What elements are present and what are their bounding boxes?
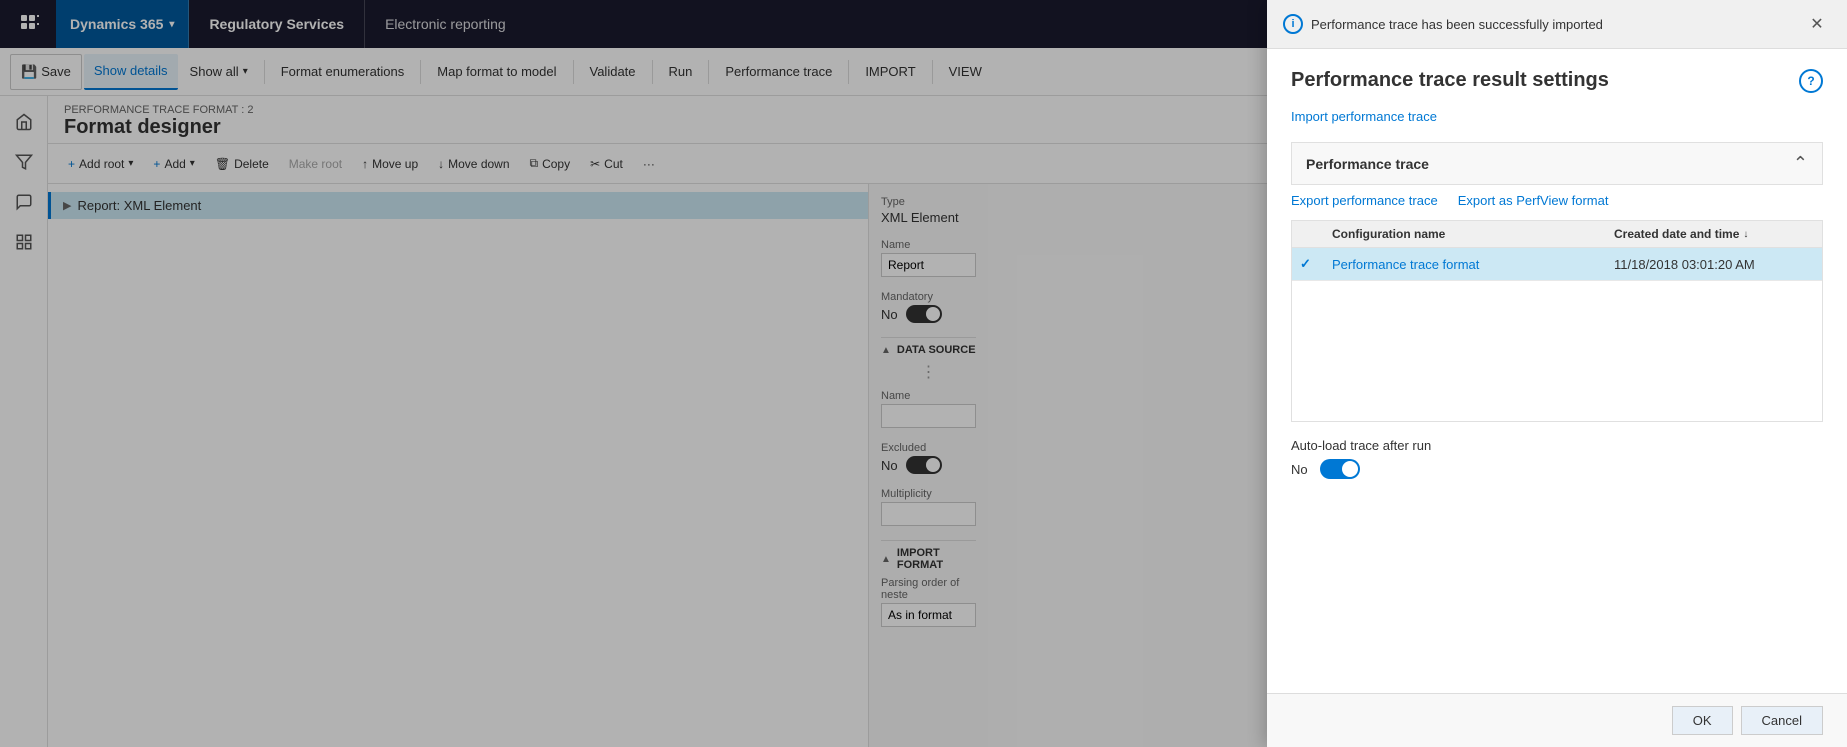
- row-check: ✓: [1300, 256, 1332, 272]
- table-row[interactable]: ✓ Performance trace format 11/18/2018 03…: [1292, 248, 1822, 281]
- collapse-icon: ⌃: [1793, 153, 1808, 174]
- export-perfview-link[interactable]: Export as PerfView format: [1458, 193, 1609, 208]
- auto-load-toggle[interactable]: [1320, 459, 1360, 479]
- overlay-footer: OK Cancel: [1267, 693, 1847, 747]
- auto-load-no: No: [1291, 462, 1308, 477]
- config-col-header: Configuration name: [1332, 227, 1614, 241]
- info-icon: i: [1283, 14, 1303, 34]
- overlay-title: Performance trace result settings: [1291, 69, 1609, 92]
- date-col-header[interactable]: Created date and time ↓: [1614, 227, 1814, 241]
- help-icon[interactable]: ?: [1799, 69, 1823, 93]
- auto-load-label: Auto-load trace after run: [1291, 438, 1823, 453]
- overlay-topbar: i Performance trace has been successfull…: [1267, 0, 1847, 49]
- trace-actions: Export performance trace Export as PerfV…: [1291, 193, 1823, 208]
- auto-load-row: No: [1291, 459, 1823, 479]
- row-date: 11/18/2018 03:01:20 AM: [1614, 257, 1814, 272]
- date-col-label: Created date and time: [1614, 227, 1739, 241]
- overlay-panel: i Performance trace has been successfull…: [1267, 0, 1847, 747]
- auto-load-section: Auto-load trace after run No: [1291, 438, 1823, 479]
- topbar-message: Performance trace has been successfully …: [1311, 17, 1795, 32]
- table-empty-space: [1292, 281, 1822, 421]
- ok-button[interactable]: OK: [1672, 706, 1733, 735]
- row-config-name[interactable]: Performance trace format: [1332, 257, 1614, 272]
- sort-arrow-icon: ↓: [1743, 229, 1748, 240]
- section-collapse-title: Performance trace: [1306, 156, 1429, 172]
- performance-trace-section[interactable]: Performance trace ⌃: [1291, 142, 1823, 185]
- table-header: Configuration name Created date and time…: [1292, 221, 1822, 248]
- overlay-body: Performance trace result settings ? Impo…: [1267, 49, 1847, 693]
- topbar-close-button[interactable]: ✕: [1803, 10, 1831, 38]
- export-trace-link[interactable]: Export performance trace: [1291, 193, 1438, 208]
- cancel-button[interactable]: Cancel: [1741, 706, 1823, 735]
- import-performance-trace-link[interactable]: Import performance trace: [1291, 109, 1437, 124]
- trace-table: Configuration name Created date and time…: [1291, 220, 1823, 422]
- auto-load-knob: [1342, 461, 1358, 477]
